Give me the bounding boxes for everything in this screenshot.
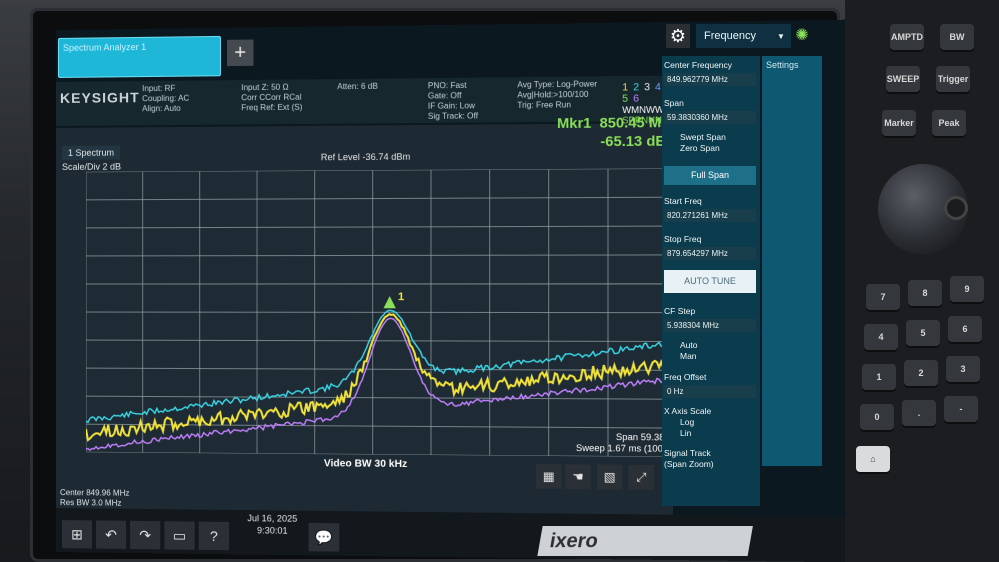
brand-logo: KEYSIGHT (60, 89, 140, 106)
amptd-key[interactable]: AMPTD (890, 24, 924, 50)
key-8[interactable]: 8 (908, 280, 942, 306)
measurement-tab[interactable]: Spectrum Analyzer 1 (58, 36, 221, 78)
key-1[interactable]: 1 (862, 364, 896, 390)
input-z-settings: Input Z: 50 Ω Corr CCorr RCal Freq Ref: … (241, 82, 302, 113)
undo-icon[interactable]: ↶ (96, 520, 126, 548)
auto-tune-button[interactable]: AUTO TUNE (664, 270, 756, 293)
key-dot[interactable]: . (902, 400, 936, 426)
full-span-button[interactable]: Full Span (664, 166, 756, 185)
message-icon[interactable]: 💬 (309, 523, 340, 552)
spectrum-graph[interactable]: 1 (86, 168, 668, 457)
key-minus[interactable]: - (944, 396, 978, 422)
measurement-tab-label: Spectrum Analyzer 1 (63, 42, 146, 53)
frequency-menu-panel: Center Frequency 849.962779 MHz Span 59.… (662, 56, 760, 506)
key-3[interactable]: 3 (946, 356, 980, 382)
windows-icon[interactable]: ⊞ (62, 520, 92, 548)
key-2[interactable]: 2 (904, 360, 938, 386)
cf-step-item[interactable]: CF Step 5.938304 MHz (664, 306, 756, 332)
atten-setting: Atten: 6 dB (337, 82, 378, 93)
video-bw: Video BW 30 kHz (324, 458, 407, 470)
marker-key[interactable]: Marker (882, 110, 916, 136)
ref-level: Ref Level -36.74 dBm (321, 152, 411, 163)
help-icon[interactable]: ? (199, 522, 229, 551)
marker-number: 1 (398, 291, 404, 303)
signal-track-item[interactable]: Signal Track (Span Zoom) (664, 448, 756, 470)
freq-menu-select[interactable]: Frequency ▼ (696, 24, 791, 48)
key-0[interactable]: 0 (860, 404, 894, 430)
grid-tool-icon[interactable]: ▧ (597, 465, 622, 490)
stop-freq-item[interactable]: Stop Freq 879.654297 MHz (664, 234, 756, 260)
sweep-key[interactable]: SWEEP (886, 66, 920, 92)
trigger-key[interactable]: Trigger (936, 66, 970, 92)
redo-icon[interactable]: ↷ (130, 521, 160, 549)
pno-settings: PNO: Fast Gate: Off IF Gain: Low Sig Tra… (428, 81, 478, 122)
center-frequency-item[interactable]: Center Frequency 849.962779 MHz (664, 60, 756, 86)
peak-key[interactable]: Peak (932, 110, 966, 136)
add-screen-button[interactable]: + (227, 40, 253, 67)
swept-zero-span-toggle[interactable]: Swept Span Zero Span (664, 132, 756, 154)
freq-offset-item[interactable]: Freq Offset 0 Hz (664, 372, 756, 398)
span-item[interactable]: Span 59.3830360 MHz (664, 98, 756, 124)
folder-icon[interactable]: ▭ (164, 521, 194, 550)
key-9[interactable]: 9 (950, 276, 984, 302)
scale-label: Scale/Div 2 dB (62, 162, 121, 172)
x-axis-scale-item[interactable]: X Axis Scale Log Lin (664, 406, 756, 439)
bw-key[interactable]: BW (940, 24, 974, 50)
zoom-fit-icon[interactable]: ⤢ (629, 465, 654, 490)
home-key-icon[interactable]: ⌂ (856, 446, 890, 472)
key-6[interactable]: 6 (948, 316, 982, 342)
key-5[interactable]: 5 (906, 320, 940, 346)
center-resbw-info: Center 849.96 MHz Res BW 3.0 MHz (60, 488, 129, 509)
status-light-icon: ✺ (790, 24, 814, 48)
date-time: Jul 16, 2025 9:30:01 (247, 512, 297, 537)
input-settings: Input: RF Coupling: AC Align: Auto (142, 84, 189, 115)
bottom-sticker: ixero (537, 526, 752, 556)
touch-tool-icon[interactable]: ☚ (565, 464, 590, 489)
key-4[interactable]: 4 (864, 324, 898, 350)
key-7[interactable]: 7 (866, 284, 900, 310)
start-freq-item[interactable]: Start Freq 820.271261 MHz (664, 196, 756, 222)
settings-gear-icon[interactable]: ⚙ (666, 24, 690, 48)
auto-man-toggle[interactable]: Auto Man (664, 340, 756, 362)
settings-tab[interactable]: Settings (762, 56, 822, 466)
marker-readout: Mkr1 850.45 MHz -65.13 dBm (557, 113, 679, 151)
marker-tool-icon[interactable]: ▦ (536, 464, 561, 489)
window-label[interactable]: 1 Spectrum (62, 146, 120, 160)
knob-center (944, 196, 968, 220)
avg-settings: Avg Type: Log-Power Avg|Hold:>100/100 Tr… (517, 79, 597, 111)
